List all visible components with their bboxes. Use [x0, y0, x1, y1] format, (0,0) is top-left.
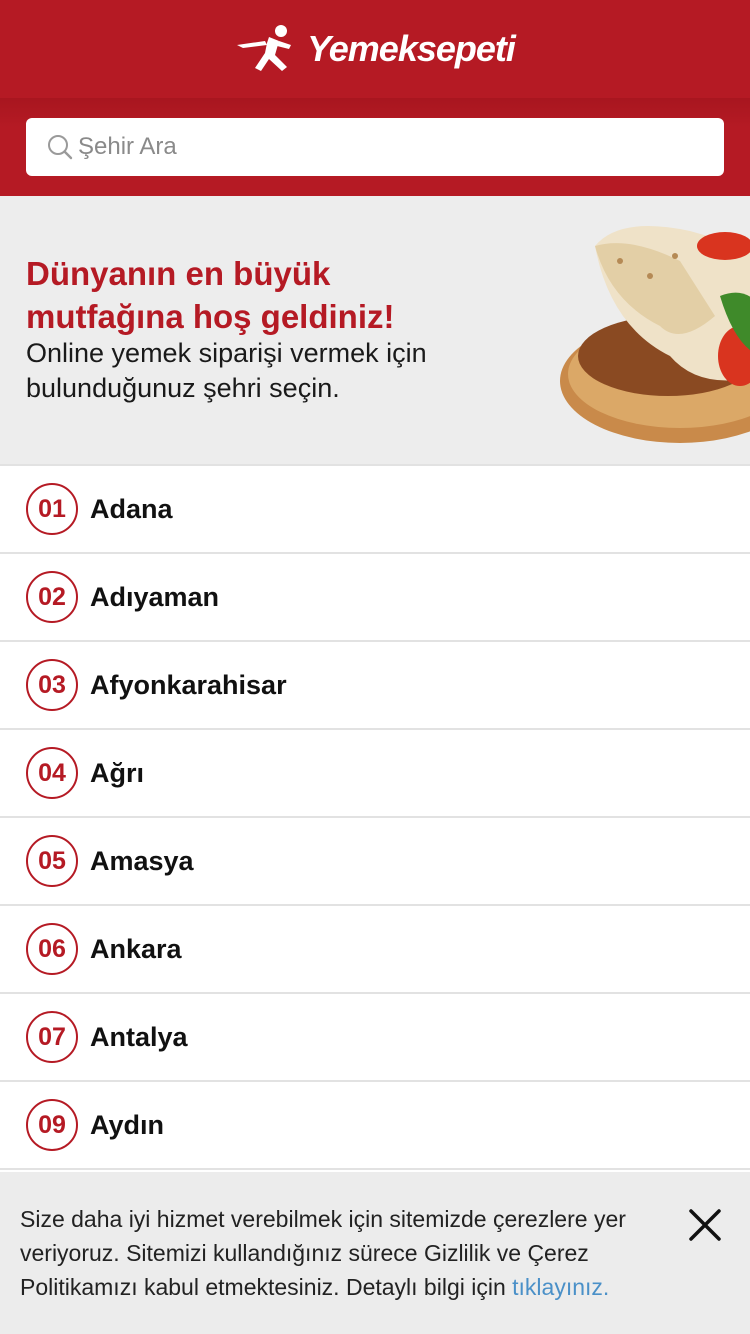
city-list: 01 Adana 02 Adıyaman 03 Afyonkarahisar 0…	[0, 464, 750, 1256]
city-name: Ankara	[90, 933, 182, 964]
brand-name: Yemeksepeti	[307, 28, 516, 69]
plate-number-badge: 06	[26, 923, 78, 975]
wrap-food-image	[560, 226, 750, 443]
plate-number-badge: 02	[26, 571, 78, 623]
plate-number-badge: 07	[26, 1011, 78, 1063]
city-row-afyonkarahisar[interactable]: 03 Afyonkarahisar	[0, 640, 750, 728]
city-name: Ağrı	[90, 757, 144, 788]
brand-logo[interactable]: Yemeksepeti	[235, 23, 516, 75]
search-bar	[0, 98, 750, 196]
city-row-adiyaman[interactable]: 02 Adıyaman	[0, 552, 750, 640]
city-name: Adıyaman	[90, 581, 220, 612]
plate-number-badge: 01	[26, 483, 78, 535]
running-courier-icon	[237, 25, 292, 71]
city-row-agri[interactable]: 04 Ağrı	[0, 728, 750, 816]
plate-number-badge: 04	[26, 747, 78, 799]
search-box[interactable]	[26, 118, 724, 176]
city-row-adana[interactable]: 01 Adana	[0, 464, 750, 552]
welcome-banner: Dünyanın en büyük mutfağına hoş geldiniz…	[0, 196, 750, 464]
city-name: Amasya	[90, 845, 194, 876]
city-name: Antalya	[90, 1021, 188, 1052]
plate-number-badge: 03	[26, 659, 78, 711]
welcome-title: Dünyanın en büyük mutfağına hoş geldiniz…	[26, 255, 395, 335]
city-name: Aydın	[90, 1109, 164, 1140]
cookie-message: Size daha iyi hizmet verebilmek için sit…	[20, 1202, 660, 1304]
cookie-banner: Size daha iyi hizmet verebilmek için sit…	[0, 1172, 750, 1334]
cookie-policy-link[interactable]: tıklayınız.	[512, 1274, 609, 1300]
city-row-aydin[interactable]: 09 Aydın	[0, 1080, 750, 1168]
plate-number-badge: 05	[26, 835, 78, 887]
city-name: Afyonkarahisar	[90, 669, 287, 700]
city-search-input[interactable]	[78, 133, 678, 161]
city-name: Adana	[90, 493, 173, 524]
city-row-ankara[interactable]: 06 Ankara	[0, 904, 750, 992]
search-icon	[48, 135, 73, 160]
city-row-antalya[interactable]: 07 Antalya	[0, 992, 750, 1080]
plate-number-badge: 09	[26, 1099, 78, 1151]
app-header: Yemeksepeti	[0, 0, 750, 98]
city-row-amasya[interactable]: 05 Amasya	[0, 816, 750, 904]
close-icon[interactable]	[688, 1208, 722, 1242]
welcome-subtitle: Online yemek siparişi vermek için bulund…	[26, 338, 427, 403]
